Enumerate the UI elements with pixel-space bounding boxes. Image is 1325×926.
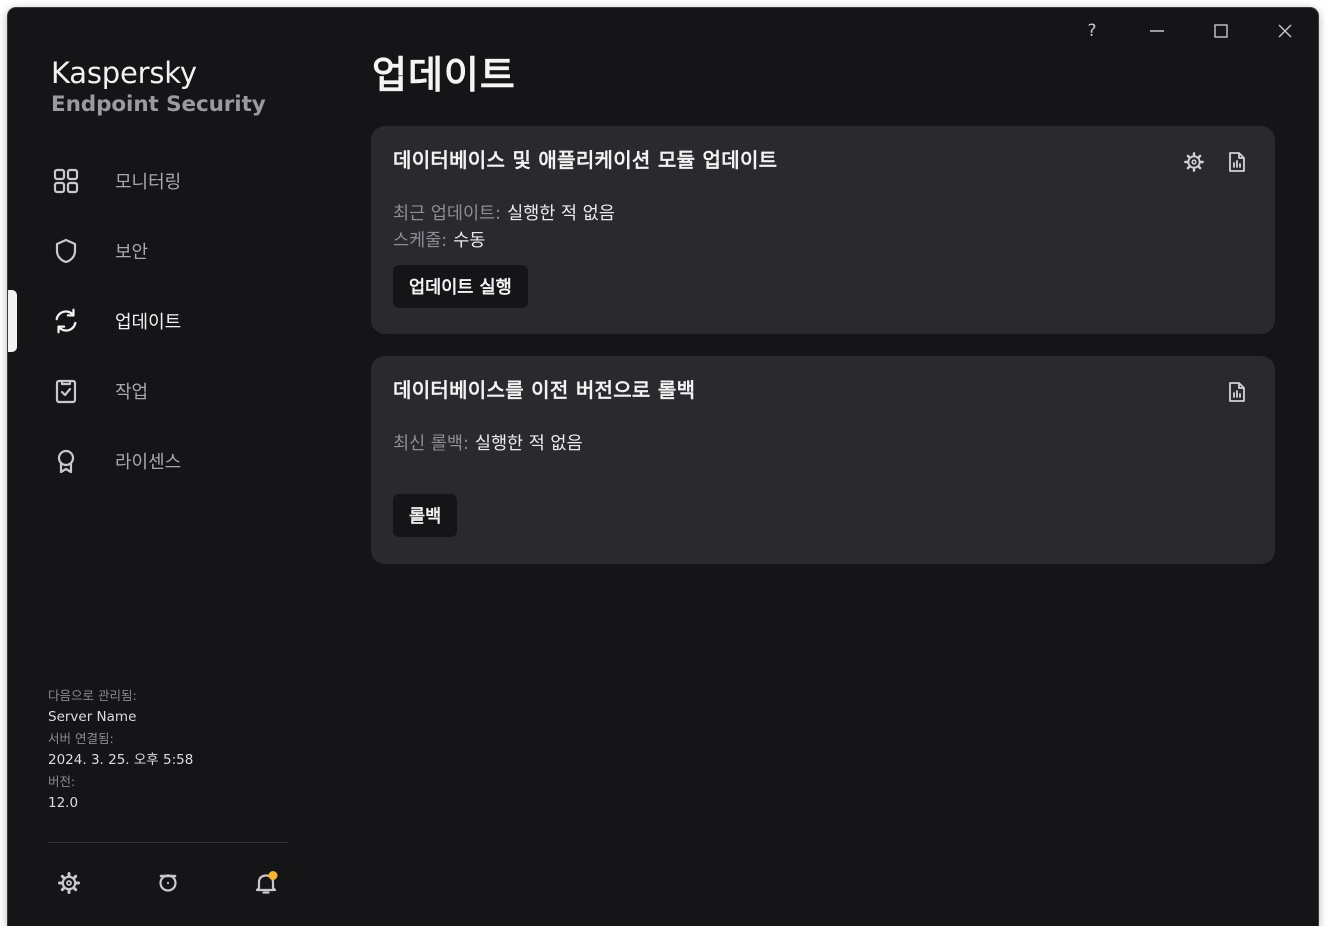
report-document-icon — [1229, 152, 1245, 172]
gear-icon — [58, 872, 80, 894]
help-label: ? — [1087, 21, 1097, 41]
brand-product: Endpoint Security — [51, 92, 266, 117]
brand: Kaspersky Endpoint Security — [51, 56, 266, 120]
sidebar-nav: 모니터링 보안 업데이트 작업 라이센스 — [8, 146, 308, 496]
last-update-row: 최근 업데이트: 실행한 적 없음 — [393, 200, 615, 225]
sidebar-bottom-toolbar — [48, 868, 288, 900]
app-window: ? Kaspersky Endpoint Security 모니터링 보안 업데… — [8, 8, 1318, 926]
schedule-label: 스케줄: — [393, 231, 448, 251]
refresh-icon — [52, 307, 80, 335]
maximize-button[interactable] — [1201, 18, 1241, 44]
dashboard-grid-icon — [52, 167, 80, 195]
support-button[interactable] — [153, 868, 183, 898]
shield-icon — [52, 237, 80, 265]
connected-time: 2024. 3. 25. 오후 5:58 — [48, 751, 194, 768]
gear-icon — [1184, 152, 1204, 172]
last-rollback-row: 최신 롤백: 실행한 적 없음 — [393, 430, 583, 455]
last-rollback-value: 실행한 적 없음 — [474, 434, 583, 454]
last-update-value: 실행한 적 없음 — [507, 204, 615, 224]
update-card-title: 데이터베이스 및 애플리케이션 모듈 업데이트 — [393, 148, 778, 172]
sidebar-item-tasks[interactable]: 작업 — [8, 356, 308, 426]
sidebar-item-security[interactable]: 보안 — [8, 216, 308, 286]
page-title: 업데이트 — [372, 53, 516, 97]
award-ribbon-icon — [52, 447, 80, 475]
last-update-label: 최근 업데이트: — [393, 204, 502, 224]
sidebar-item-monitoring[interactable]: 모니터링 — [8, 146, 308, 216]
version-value: 12.0 — [48, 794, 79, 811]
close-button[interactable] — [1265, 18, 1305, 44]
connected-label: 서버 연결됨: — [48, 731, 114, 746]
minimize-icon — [1150, 30, 1164, 32]
update-card: 데이터베이스 및 애플리케이션 모듈 업데이트 최근 업데이트: 실행한 적 없음 — [371, 126, 1275, 334]
sidebar-item-label: 작업 — [115, 382, 149, 403]
brand-name: Kaspersky — [51, 56, 197, 90]
sidebar-item-label: 보안 — [115, 242, 149, 263]
maximize-icon — [1214, 24, 1228, 38]
notifications-button[interactable] — [251, 868, 281, 898]
last-rollback-label: 최신 롤백: — [393, 434, 469, 454]
notification-dot — [268, 871, 278, 880]
minimize-button[interactable] — [1137, 18, 1177, 44]
bell-icon — [255, 871, 278, 894]
support-lifebuoy-icon — [159, 874, 177, 892]
update-report-button[interactable] — [1223, 148, 1251, 176]
sidebar-item-update[interactable]: 업데이트 — [8, 286, 308, 356]
run-update-button[interactable]: 업데이트 실행 — [393, 265, 528, 308]
rollback-report-button[interactable] — [1223, 378, 1251, 406]
update-settings-button[interactable] — [1180, 148, 1208, 176]
sidebar-item-license[interactable]: 라이센스 — [8, 426, 308, 496]
clipboard-check-icon — [52, 377, 80, 405]
schedule-value: 수동 — [453, 231, 486, 251]
management-info: 다음으로 관리됨: Server Name 서버 연결됨: 2024. 3. 2… — [48, 685, 193, 814]
sidebar: Kaspersky Endpoint Security 모니터링 보안 업데이트… — [8, 8, 308, 926]
settings-button[interactable] — [54, 868, 84, 898]
rollback-card: 데이터베이스를 이전 버전으로 롤백 최신 롤백: 실행한 적 없음 롤백 — [371, 356, 1275, 564]
rollback-card-title: 데이터베이스를 이전 버전으로 롤백 — [393, 378, 696, 402]
rollback-button[interactable]: 롤백 — [393, 494, 458, 537]
version-label: 버전: — [48, 774, 76, 789]
sidebar-item-label: 업데이트 — [115, 312, 182, 333]
sidebar-item-label: 라이센스 — [115, 452, 182, 473]
server-name: Server Name — [48, 708, 137, 725]
managed-by-label: 다음으로 관리됨: — [48, 688, 137, 703]
active-indicator — [8, 290, 17, 352]
report-document-icon — [1229, 382, 1245, 402]
sidebar-item-label: 모니터링 — [115, 172, 182, 193]
close-icon — [1278, 24, 1292, 38]
help-button[interactable]: ? — [1072, 18, 1112, 44]
schedule-row: 스케줄: 수동 — [393, 227, 485, 252]
sidebar-divider — [48, 842, 288, 843]
